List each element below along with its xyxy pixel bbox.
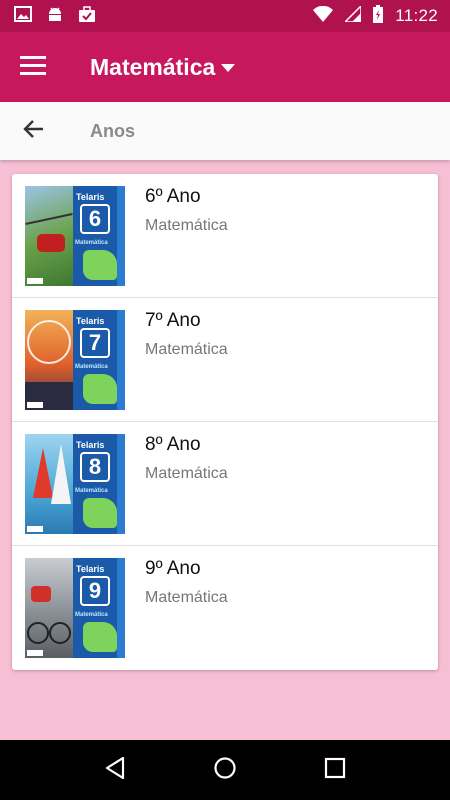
book-subject: Matemática	[145, 589, 228, 606]
wifi-icon	[313, 5, 334, 27]
arrow-left-icon	[22, 119, 44, 144]
android-icon	[46, 5, 64, 28]
nav-home-button[interactable]	[205, 750, 245, 790]
system-nav-bar	[0, 740, 450, 800]
list-item[interactable]: Telaris 9 Matemática 9º Ano Matemática	[12, 546, 438, 670]
books-list: Telaris 6 Matemática 6º Ano Matemática T…	[12, 174, 438, 670]
chevron-down-icon	[221, 64, 236, 72]
cover-subject: Matemática	[75, 240, 108, 246]
book-subject: Matemática	[145, 217, 228, 234]
page-title: Anos	[90, 120, 135, 141]
list-item[interactable]: Telaris 8 Matemática 8º Ano Matemática	[12, 422, 438, 546]
book-cover-image: Telaris 6 Matemática	[25, 186, 125, 286]
app-bar: Matemática	[0, 32, 450, 102]
back-triangle-icon	[104, 756, 126, 785]
image-icon	[14, 5, 32, 27]
cover-subject: Matemática	[75, 612, 108, 618]
menu-button[interactable]	[0, 32, 66, 102]
home-circle-icon	[213, 756, 237, 785]
list-item[interactable]: Telaris 6 Matemática 6º Ano Matemática	[12, 174, 438, 298]
hamburger-menu-icon	[20, 55, 46, 80]
cover-brand: Telaris	[76, 192, 105, 202]
status-time: 11:22	[395, 6, 438, 25]
book-subject: Matemática	[145, 341, 228, 358]
cover-subject: Matemática	[75, 488, 108, 494]
cover-brand: Telaris	[76, 316, 105, 326]
book-subject: Matemática	[145, 465, 228, 482]
book-cover-image: Telaris 8 Matemática	[25, 434, 125, 534]
cover-number: 6	[80, 204, 110, 234]
recents-square-icon	[324, 757, 346, 784]
briefcase-icon	[78, 5, 96, 28]
cover-number: 7	[80, 328, 110, 358]
book-cover-image: Telaris 7 Matemática	[25, 310, 125, 410]
book-title: 6º Ano	[145, 186, 201, 207]
signal-icon	[343, 3, 362, 27]
cover-brand: Telaris	[76, 440, 105, 450]
subject-dropdown[interactable]: Matemática	[90, 53, 236, 81]
cover-subject: Matemática	[75, 364, 108, 370]
list-item[interactable]: Telaris 7 Matemática 7º Ano Matemática	[12, 298, 438, 422]
book-cover-image: Telaris 9 Matemática	[25, 558, 125, 658]
cover-number: 8	[80, 452, 110, 482]
cover-number: 9	[80, 576, 110, 606]
cover-brand: Telaris	[76, 564, 105, 574]
book-title: 9º Ano	[145, 558, 201, 579]
back-button[interactable]	[0, 102, 66, 160]
battery-icon	[373, 4, 384, 28]
sub-toolbar: Anos	[0, 102, 450, 160]
nav-recents-button[interactable]	[315, 750, 355, 790]
book-title: 7º Ano	[145, 310, 201, 331]
nav-back-button[interactable]	[95, 750, 135, 790]
book-title: 8º Ano	[145, 434, 201, 455]
app-title: Matemática	[90, 53, 216, 80]
status-bar: 11:22	[0, 0, 450, 32]
